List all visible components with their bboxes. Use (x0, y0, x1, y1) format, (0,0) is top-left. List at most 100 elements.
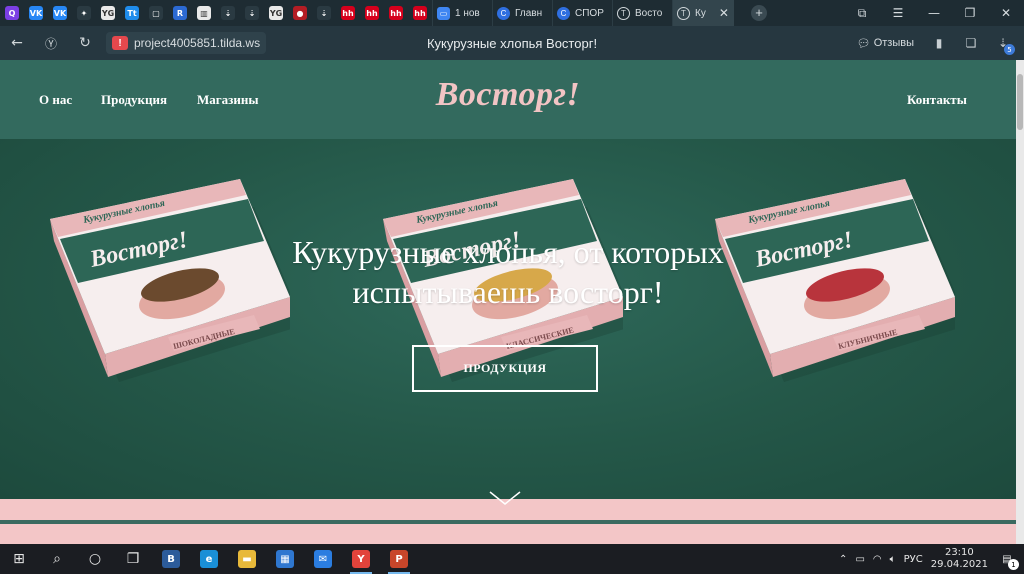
tab-yandex-0[interactable]: Q (0, 0, 24, 26)
tab-text-1[interactable]: C Главн (492, 0, 552, 26)
explorer-icon: ▬ (238, 550, 256, 568)
tab-text-3[interactable]: T Восто (612, 0, 672, 26)
c-icon: C (557, 6, 570, 20)
close-window-button[interactable]: ✕ (988, 0, 1024, 26)
clock[interactable]: 23:10 29.04.2021 (931, 547, 988, 571)
tab-label: 1 нов (455, 7, 480, 19)
start-button[interactable]: ⊞ (0, 544, 38, 574)
tab-r-7[interactable]: R (168, 0, 192, 26)
scroll-down-chevron-icon[interactable] (488, 488, 522, 508)
back-button[interactable]: ← (0, 26, 34, 60)
bookmark-manager-icon[interactable]: ⧉ (844, 0, 880, 26)
tab-hh-14[interactable]: hh (336, 0, 360, 26)
browser-menu-icon[interactable]: ☰ (880, 0, 916, 26)
tab-doc-4[interactable]: YG (96, 0, 120, 26)
downloads-badge: 5 (1004, 44, 1015, 55)
explorer-app-button[interactable]: ▬ (228, 544, 266, 574)
hero-section: Кукурузные хлопья Восторг! ШОКОЛАДНЫЕ Кукур… (0, 139, 1016, 499)
language-indicator[interactable]: РУС (904, 554, 923, 565)
hero-headline-line-2: испытываешь восторг! (352, 274, 664, 310)
wifi-icon[interactable]: ◠ (873, 554, 882, 565)
tab-vk-1[interactable]: VK (24, 0, 48, 26)
tab-label: Главн (515, 7, 543, 19)
vk-icon: В (162, 550, 180, 568)
minimize-button[interactable]: — (916, 0, 952, 26)
chat-icon: ▭ (437, 6, 450, 20)
show-hidden-icons-icon[interactable]: ⌃ (839, 554, 847, 565)
website-viewport: О нас Продукция Магазины Восторг! Контак… (0, 60, 1016, 544)
reviews-label: Отзывы (873, 37, 914, 49)
browser-tab-strip: Q VK VK ✦ YG Tt ▢ R ▥ ⇣ ⇣ YG ● ⇣ hh hh hh hh ▭ 1 нов C Главн… (0, 0, 1024, 26)
yandex-browser-app-button[interactable]: Y (342, 544, 380, 574)
hh-icon: hh (389, 6, 403, 20)
tilda-icon: T (677, 6, 690, 20)
red-circle-icon: ● (293, 6, 307, 20)
cortana-button[interactable]: ○ (76, 544, 114, 574)
search-icon: ⌕ (53, 551, 61, 567)
tab-doc-11[interactable]: YG (264, 0, 288, 26)
download-icon: ⇣ (317, 6, 331, 20)
task-view-button[interactable]: ❐ (114, 544, 152, 574)
clock-date: 29.04.2021 (930, 559, 988, 570)
tab-download-10[interactable]: ⇣ (240, 0, 264, 26)
tab-hh-17[interactable]: hh (408, 0, 432, 26)
collections-icon[interactable]: ❏ (958, 30, 984, 56)
tab-sparkle-3[interactable]: ✦ (72, 0, 96, 26)
tab-text-2[interactable]: C СПОР (552, 0, 612, 26)
maximize-button[interactable]: ❐ (952, 0, 988, 26)
downloads-icon[interactable]: ⇣ 5 (990, 30, 1016, 56)
edge-app-button[interactable]: e (190, 544, 228, 574)
vk-app-button[interactable]: В (152, 544, 190, 574)
tab-window-6[interactable]: ▢ (144, 0, 168, 26)
start-icon: ⊞ (13, 551, 25, 567)
r-icon: R (173, 6, 187, 20)
tab-text-0[interactable]: ▭ 1 нов (432, 0, 492, 26)
notifications-badge: 1 (1008, 559, 1019, 570)
tab-download-13[interactable]: ⇣ (312, 0, 336, 26)
sparkle-icon: ✦ (77, 6, 91, 20)
speech-bubble-icon: 💬︎ (856, 37, 871, 50)
mail-app-button[interactable]: ✉ (304, 544, 342, 574)
hero-headline: Кукурузные хлопья, от которых испытываеш… (0, 232, 1016, 312)
url-text: project4005851.tilda.ws (134, 36, 261, 50)
store-icon: ▦ (276, 550, 294, 568)
taskbar-apps: ⊞ ⌕ ○ ❐ Вe ▬ ▦ ✉ Y P (0, 544, 418, 574)
page-scrollbar[interactable] (1016, 60, 1024, 544)
site-logo[interactable]: Восторг! (0, 76, 1016, 114)
tab-hh-16[interactable]: hh (384, 0, 408, 26)
tab-download-9[interactable]: ⇣ (216, 0, 240, 26)
tab-label: Ку (695, 7, 706, 19)
powerpoint-app-button[interactable]: P (380, 544, 418, 574)
close-tab-icon[interactable]: ✕ (719, 6, 729, 20)
bookmark-icon[interactable]: ▮ (926, 30, 952, 56)
c-icon: C (497, 6, 510, 20)
new-tab-button[interactable]: + (746, 0, 772, 26)
search-button[interactable]: ⌕ (38, 544, 76, 574)
scrollbar-thumb[interactable] (1017, 74, 1023, 130)
tab-tt-5[interactable]: Tt (120, 0, 144, 26)
tab-text-4[interactable]: T Ку ✕ (672, 0, 734, 26)
download-icon: ⇣ (221, 6, 235, 20)
yandex-home-icon[interactable]: Ⓨ (34, 26, 68, 60)
reviews-button[interactable]: 💬︎ Отзывы (851, 35, 920, 52)
tab-red-circle-12[interactable]: ● (288, 0, 312, 26)
download-icon: ⇣ (245, 6, 259, 20)
tab-vk-2[interactable]: VK (48, 0, 72, 26)
reload-button[interactable]: ↻ (68, 26, 102, 60)
volume-icon[interactable]: 🔈︎ (890, 554, 896, 565)
text-tabs: ▭ 1 нов C Главн C СПОР T Восто T Ку ✕ (432, 0, 734, 26)
tab-hh-15[interactable]: hh (360, 0, 384, 26)
window-controls: ⧉ ☰ — ❐ ✕ (844, 0, 1024, 26)
url-field[interactable]: ! project4005851.tilda.ws (106, 32, 267, 54)
insecure-warning-icon[interactable]: ! (112, 36, 128, 50)
store-app-button[interactable]: ▦ (266, 544, 304, 574)
vk-icon: VK (29, 6, 43, 20)
tab-bank-8[interactable]: ▥ (192, 0, 216, 26)
battery-icon[interactable]: ▭ (855, 554, 864, 565)
nav-link-contacts[interactable]: Контакты (907, 92, 967, 108)
page-title: Кукурузные хлопья Восторг! (426, 35, 598, 51)
notifications-button[interactable]: ▤ 1 (996, 548, 1019, 570)
address-bar: ← Ⓨ ↻ ! project4005851.tilda.ws Кукурузн… (0, 26, 1024, 60)
products-button[interactable]: ПРОДУКЦИЯ (412, 345, 598, 392)
yandex-browser-icon: Y (352, 550, 370, 568)
